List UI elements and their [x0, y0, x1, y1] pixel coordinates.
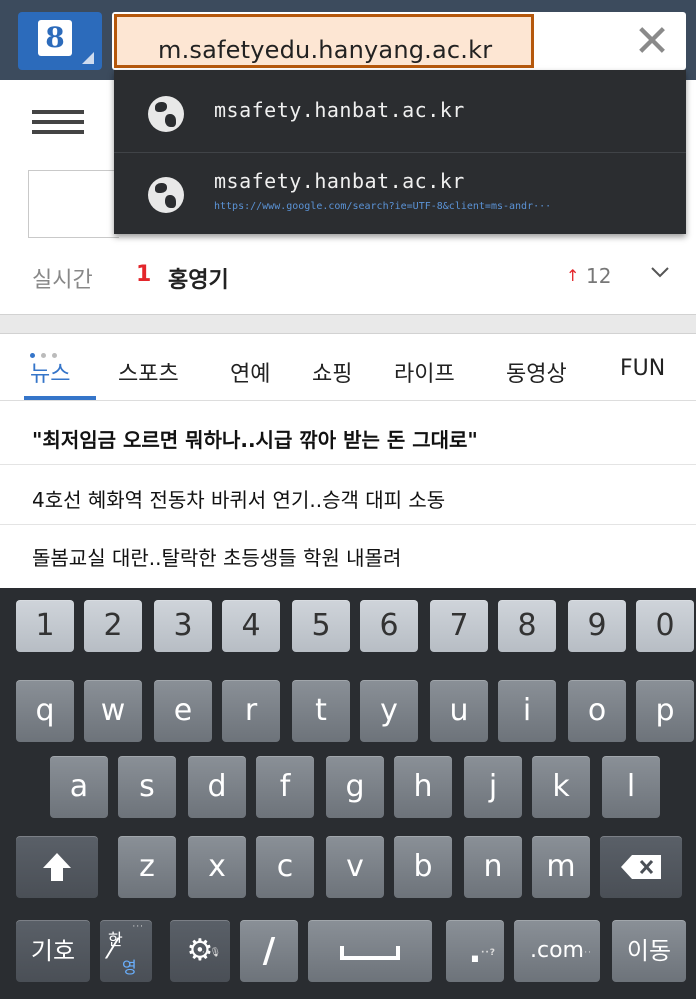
key-c[interactable]: c	[256, 836, 314, 898]
key-t[interactable]: t	[292, 680, 350, 742]
tab-fun[interactable]: FUN	[620, 356, 665, 381]
key-i[interactable]: i	[498, 680, 556, 742]
suggestion-item[interactable]: msafety.hanbat.ac.kr https://www.google.…	[114, 153, 686, 234]
tab-video[interactable]: 동영상	[506, 356, 567, 388]
chevron-down-icon[interactable]	[650, 262, 670, 282]
key-v[interactable]: v	[326, 836, 384, 898]
key-g[interactable]: g	[326, 756, 384, 818]
close-icon[interactable]: ✕	[628, 18, 676, 66]
suggestion-item[interactable]: msafety.hanbat.ac.kr	[114, 70, 686, 152]
key-d[interactable]: d	[188, 756, 246, 818]
key-2[interactable]: 2	[84, 600, 142, 652]
key-l[interactable]: l	[602, 756, 660, 818]
key-a[interactable]: a	[50, 756, 108, 818]
key-u[interactable]: u	[430, 680, 488, 742]
section-divider	[0, 314, 696, 334]
key-5[interactable]: 5	[292, 600, 350, 652]
key-m[interactable]: m	[532, 836, 590, 898]
news-headline-1[interactable]: "최저임금 오르면 뭐하나..시급 깎아 받는 돈 그대로"	[32, 424, 478, 453]
tab-entertainment[interactable]: 연예	[230, 356, 270, 388]
globe-icon	[148, 177, 184, 213]
symbols-key[interactable]: 기호	[16, 920, 90, 982]
key-4[interactable]: 4	[222, 600, 280, 652]
backspace-key[interactable]	[600, 836, 682, 898]
key-0[interactable]: 0	[636, 600, 694, 652]
key-y[interactable]: y	[360, 680, 418, 742]
language-switch-key[interactable]: 한 ⁄ 영 ···	[100, 920, 152, 982]
space-key[interactable]	[308, 920, 432, 982]
key-1[interactable]: 1	[16, 600, 74, 652]
rank-up-arrow: ↑	[566, 266, 580, 285]
key-7[interactable]: 7	[430, 600, 488, 652]
app-switcher-icon[interactable]: 8	[18, 12, 102, 70]
space-icon	[340, 946, 400, 960]
key-9[interactable]: 9	[568, 600, 626, 652]
key-r[interactable]: r	[222, 680, 280, 742]
key-x[interactable]: x	[188, 836, 246, 898]
slash-key[interactable]: /	[240, 920, 298, 982]
realtime-term[interactable]: 홍영기	[168, 262, 229, 294]
key-e[interactable]: e	[154, 680, 212, 742]
key-z[interactable]: z	[118, 836, 176, 898]
page-search-box[interactable]	[28, 170, 119, 238]
shift-key[interactable]	[16, 836, 98, 898]
go-key[interactable]: 이동	[612, 920, 686, 982]
suggestion-title: msafety.hanbat.ac.kr	[214, 169, 465, 193]
key-s[interactable]: s	[118, 756, 176, 818]
key-n[interactable]: n	[464, 836, 522, 898]
key-k[interactable]: k	[532, 756, 590, 818]
backspace-icon	[621, 855, 661, 879]
key-8[interactable]: 8	[498, 600, 556, 652]
tab-sports[interactable]: 스포츠	[118, 356, 179, 388]
key-o[interactable]: o	[568, 680, 626, 742]
suggestion-subtitle: https://www.google.com/search?ie=UTF-8&c…	[214, 201, 552, 212]
key-6[interactable]: 6	[360, 600, 418, 652]
globe-icon	[148, 96, 184, 132]
suggestion-title: msafety.hanbat.ac.kr	[214, 98, 465, 122]
url-suggestion-dropdown: msafety.hanbat.ac.kr msafety.hanbat.ac.k…	[114, 70, 686, 234]
key-3[interactable]: 3	[154, 600, 212, 652]
shift-arrow-icon	[43, 853, 71, 881]
dotcom-key[interactable]: .com ···	[514, 920, 600, 982]
key-q[interactable]: q	[16, 680, 74, 742]
key-j[interactable]: j	[464, 756, 522, 818]
period-key[interactable]: . ··?	[446, 920, 504, 982]
realtime-rank: 1	[136, 262, 152, 287]
key-b[interactable]: b	[394, 836, 452, 898]
url-input[interactable]: m.safetyedu.hanyang.ac.kr	[158, 36, 492, 64]
rank-change-count: 12	[586, 264, 612, 288]
tab-life[interactable]: 라이프	[394, 356, 455, 388]
tab-shopping[interactable]: 쇼핑	[312, 356, 352, 388]
news-headline-3[interactable]: 돌봄교실 대란..탈락한 초등생들 학원 내몰려	[32, 542, 401, 571]
key-h[interactable]: h	[394, 756, 452, 818]
news-headline-2[interactable]: 4호선 혜화역 전동차 바퀴서 연기..승객 대피 소동	[32, 484, 445, 513]
key-w[interactable]: w	[84, 680, 142, 742]
tab-news[interactable]: 뉴스	[30, 356, 70, 388]
settings-key[interactable]: ⚙ ··🎙	[170, 920, 230, 982]
app-icon-letter: 8	[38, 20, 72, 56]
key-p[interactable]: p	[636, 680, 694, 742]
realtime-label: 실시간	[32, 268, 93, 293]
key-f[interactable]: f	[256, 756, 314, 818]
hamburger-menu-icon[interactable]	[32, 110, 84, 140]
